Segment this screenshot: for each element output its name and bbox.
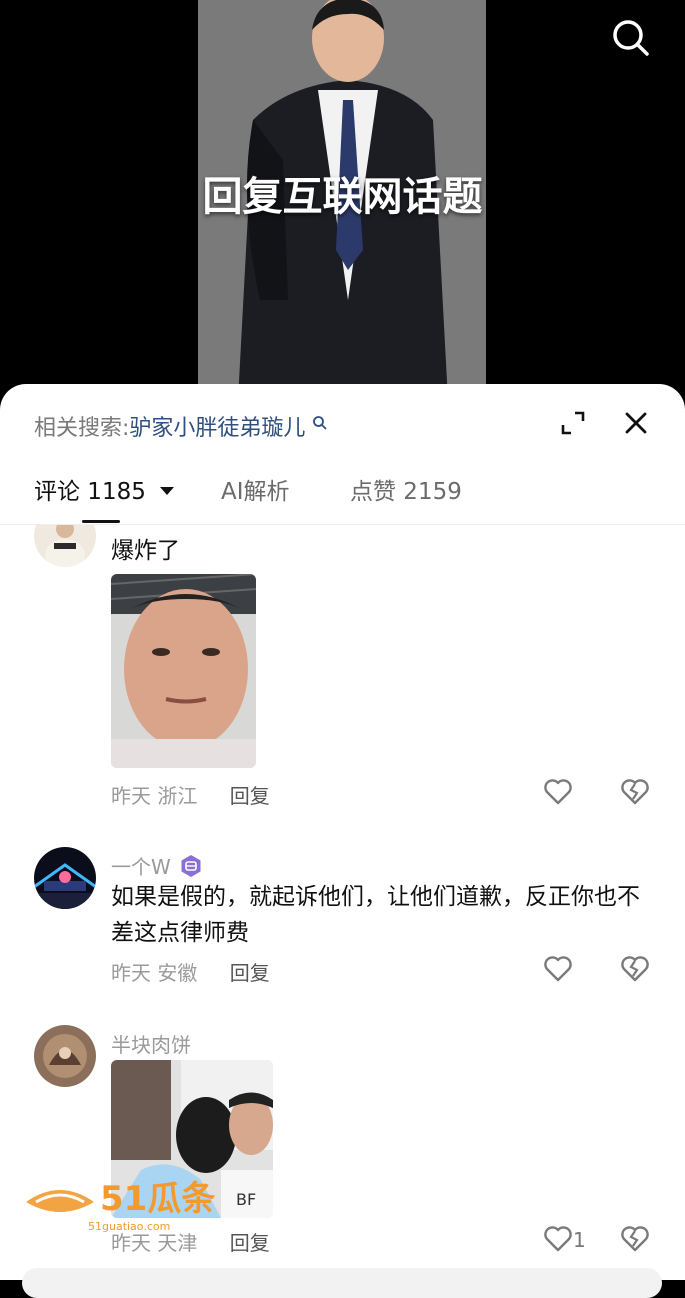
heart-icon: [544, 956, 572, 982]
user-badge-icon: [181, 855, 201, 877]
comment-input-bar[interactable]: [22, 1268, 662, 1298]
comment-location: 浙江: [157, 784, 198, 808]
search-button[interactable]: [611, 18, 651, 58]
comment-meta: 昨天 浙江 回复: [111, 780, 270, 809]
comment-username[interactable]: 半块肉饼: [111, 1029, 191, 1058]
watermark-logo: 51瓜条 51guatiao.com: [22, 1172, 252, 1236]
tab-active-indicator: [82, 520, 120, 523]
comment-meta: 昨天 安徽 回复: [111, 957, 270, 986]
broken-heart-icon: [621, 779, 649, 805]
comment-date: 昨天: [111, 961, 151, 985]
watermark-url: 51guatiao.com: [88, 1220, 170, 1233]
avatar[interactable]: [34, 525, 96, 567]
avatar-image: [34, 525, 96, 567]
caret-down-icon: [160, 487, 175, 495]
comment-location: 安徽: [157, 961, 198, 985]
search-icon: [313, 416, 328, 430]
video-player[interactable]: 回复互联网话题: [0, 0, 685, 400]
comment-image[interactable]: [111, 574, 256, 768]
avatar[interactable]: [34, 847, 96, 909]
avatar-image: [34, 847, 96, 909]
like-button[interactable]: [543, 955, 593, 985]
comment-list[interactable]: 爆炸了 昨天 浙江 回复 一个W 如果是假的，就起诉他们，让他们道歉，反正你也不…: [0, 525, 685, 1280]
dislike-button[interactable]: [620, 1225, 650, 1255]
broken-heart-icon: [621, 1226, 649, 1252]
expand-button[interactable]: [560, 410, 586, 436]
comment-text: 爆炸了: [111, 538, 180, 564]
comment-username-text: 一个W: [111, 855, 171, 879]
comment-text: 如果是假的，就起诉他们，让他们道歉，反正你也不差这点律师费: [111, 884, 640, 946]
like-button[interactable]: [543, 778, 593, 808]
avatar-image: [34, 1025, 96, 1087]
avatar[interactable]: [34, 1025, 96, 1087]
tab-likes[interactable]: 点赞 2159: [350, 472, 462, 506]
related-search-label: 相关搜索:: [34, 416, 130, 441]
related-search-query[interactable]: 驴家小胖徒弟璇儿: [129, 416, 305, 441]
reply-button[interactable]: 回复: [230, 784, 270, 808]
watermark-image: 51瓜条 51guatiao.com: [26, 1179, 215, 1233]
comment-date: 昨天: [111, 784, 151, 808]
tab-comments-label: 评论 1185: [34, 479, 146, 505]
reply-button[interactable]: 回复: [230, 961, 270, 985]
comment-sheet: 相关搜索:驴家小胖徒弟璇儿 评论 1185 AI解析 点赞 2159 爆炸了 昨…: [0, 384, 685, 1280]
close-icon: [625, 412, 647, 434]
broken-heart-icon: [621, 956, 649, 982]
like-button[interactable]: 1: [543, 1225, 603, 1255]
close-button[interactable]: [623, 410, 649, 436]
expand-icon: [561, 411, 585, 435]
tab-ai-analysis[interactable]: AI解析: [221, 472, 290, 506]
heart-icon: [544, 1226, 572, 1252]
video-overlay-title: 回复互联网话题: [202, 174, 483, 220]
comment-photo: [111, 574, 256, 768]
like-count: 1: [573, 1228, 586, 1252]
dislike-button[interactable]: [620, 778, 650, 808]
tab-comments[interactable]: 评论 1185: [34, 472, 175, 506]
dislike-button[interactable]: [620, 955, 650, 985]
comment-username[interactable]: 一个W: [111, 851, 203, 880]
search-icon: [613, 20, 649, 56]
heart-icon: [544, 779, 572, 805]
watermark-brand: 51瓜条: [100, 1179, 215, 1219]
related-search[interactable]: 相关搜索:驴家小胖徒弟璇儿: [34, 410, 328, 442]
